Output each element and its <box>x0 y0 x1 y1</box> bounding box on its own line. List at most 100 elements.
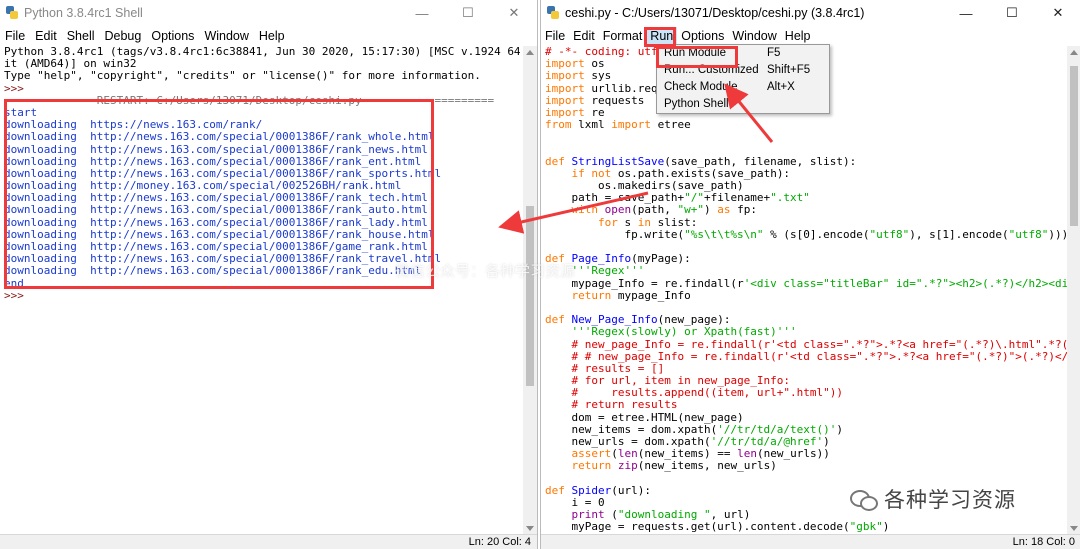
shell-menubar: File Edit Shell Debug Options Window Hel… <box>0 26 537 46</box>
shell-prompt[interactable]: >>> <box>4 289 537 302</box>
code-token: # return results <box>571 398 678 412</box>
code-token: ) <box>703 203 718 217</box>
code-token: '//tr/td/a/text()' <box>717 422 837 436</box>
code-token: ( <box>604 508 618 522</box>
code-token: (new_urls)) <box>756 447 830 461</box>
editor-titlebar[interactable]: ceshi.py - C:/Users/13071/Desktop/ceshi.… <box>541 0 1080 26</box>
code-token: # # new_page_Info = re.findall(r'<td cla… <box>571 349 1075 363</box>
code-token: # results = [] <box>571 361 665 375</box>
close-icon[interactable]: ✕ <box>1035 0 1080 26</box>
check-module-item[interactable]: Check Module Alt+X <box>657 79 829 96</box>
code-line: fp.write("%s\t\t%s\n" % (s[0].encode("ut… <box>545 227 1080 241</box>
code-token: ) <box>823 435 830 448</box>
code-token: import <box>545 69 585 83</box>
code-token: def <box>545 154 565 168</box>
shell-menu-help[interactable]: Help <box>254 27 290 45</box>
code-token: import <box>545 81 585 95</box>
code-token: (save_path, filename, slist): <box>664 154 857 168</box>
run-menu-highlight-box <box>644 27 676 47</box>
editor-menu-format[interactable]: Format <box>599 27 647 45</box>
scroll-thumb[interactable] <box>1070 66 1078 226</box>
shell-prompt: >>> <box>4 81 24 95</box>
editor-menu-edit[interactable]: Edit <box>569 27 599 45</box>
scroll-thumb[interactable] <box>526 206 534 386</box>
code-line: return zip(new_items, new_urls) <box>545 460 1080 472</box>
code-token: import <box>545 105 585 119</box>
code-token: (new_items, new_urls) <box>637 459 777 473</box>
close-icon[interactable]: ✕ <box>491 0 537 26</box>
watermark: 各种学习资源 <box>850 485 1016 513</box>
scroll-up-icon[interactable] <box>1070 50 1078 55</box>
code-token: '<div class="titleBar" id=".*?"><h2>(.*?… <box>743 276 1075 290</box>
minimize-icon[interactable]: — <box>399 0 445 26</box>
code-token: # results.append((item, url+".html")) <box>571 386 844 400</box>
menu-item-accel: F5 <box>767 47 781 59</box>
shell-menu-debug[interactable]: Debug <box>100 27 147 45</box>
code-token: "utf8" <box>1008 227 1049 241</box>
menu-item-accel: Shift+F5 <box>767 64 811 76</box>
code-token: ))) <box>1048 227 1069 241</box>
run-module-highlight-box <box>656 46 738 68</box>
shell-menu-shell[interactable]: Shell <box>62 27 100 45</box>
python-shell-item[interactable]: Python Shell <box>657 96 829 113</box>
code-token: as <box>717 203 731 217</box>
code-token: path = save_path+ <box>545 191 685 205</box>
code-token: os.makedirs(save_path) <box>545 179 744 193</box>
code-token: "w+" <box>677 203 704 217</box>
shell-menu-options[interactable]: Options <box>146 27 199 45</box>
code-token: (path, <box>631 203 678 217</box>
maximize-icon[interactable]: ☐ <box>445 0 491 26</box>
code-token: with <box>571 203 599 217</box>
editor-menu-options[interactable]: Options <box>677 27 728 45</box>
code-token: return <box>571 459 612 473</box>
editor-menubar: File Edit Format Run Options Window Help <box>541 26 1080 46</box>
editor-menu-help[interactable]: Help <box>781 27 815 45</box>
python-logo-icon <box>546 6 560 20</box>
menu-item-label: Check Module <box>664 81 738 93</box>
code-token: # new_page_Info = re.findall(r'<td class… <box>571 337 1069 351</box>
code-token: '''Regex(slowly) or Xpath(fast)''' <box>571 325 797 339</box>
editor-menu-window[interactable]: Window <box>728 27 780 45</box>
code-token: for <box>597 215 618 229</box>
maximize-icon[interactable]: ☐ <box>989 0 1035 26</box>
editor-scrollbar[interactable] <box>1067 46 1080 535</box>
code-token: etree <box>651 118 691 132</box>
code-token: "downloading " <box>617 508 711 522</box>
watermark-mid-text: 微信公众号：各种学习资源 <box>395 263 576 280</box>
watermark-text: 各种学习资源 <box>884 489 1016 512</box>
code-token: len <box>737 447 757 461</box>
minimize-icon[interactable]: — <box>943 0 989 26</box>
shell-menu-window[interactable]: Window <box>199 27 253 45</box>
shell-cursor-position: Ln: 20 Col: 4 <box>468 536 531 548</box>
code-token: s <box>617 215 638 229</box>
shell-scrollbar[interactable] <box>523 46 537 535</box>
scroll-down-icon[interactable] <box>526 526 534 531</box>
scroll-down-icon[interactable] <box>1070 526 1078 531</box>
shell-menu-edit[interactable]: Edit <box>30 27 62 45</box>
code-token: os.path.exists(save_path): <box>611 166 791 180</box>
shell-menu-file[interactable]: File <box>0 27 30 45</box>
code-token: (myPage): <box>631 252 691 266</box>
code-token: "gbk" <box>849 520 883 534</box>
code-token: ) <box>836 422 844 436</box>
editor-menu-file[interactable]: File <box>541 27 569 45</box>
shell-titlebar[interactable]: Python 3.8.4rc1 Shell — ☐ ✕ <box>0 0 537 26</box>
scroll-up-icon[interactable] <box>526 50 534 55</box>
editor-code-area[interactable]: # -*- coding: utf-8 -*- import os import s… <box>541 46 1080 535</box>
code-token: lxml <box>571 118 612 132</box>
code-token: ( <box>611 447 618 461</box>
shell-title: Python 3.8.4rc1 Shell <box>24 6 143 20</box>
code-token: mypage_Info <box>611 288 691 302</box>
code-token: new_items = dom.xpath( <box>545 422 718 436</box>
